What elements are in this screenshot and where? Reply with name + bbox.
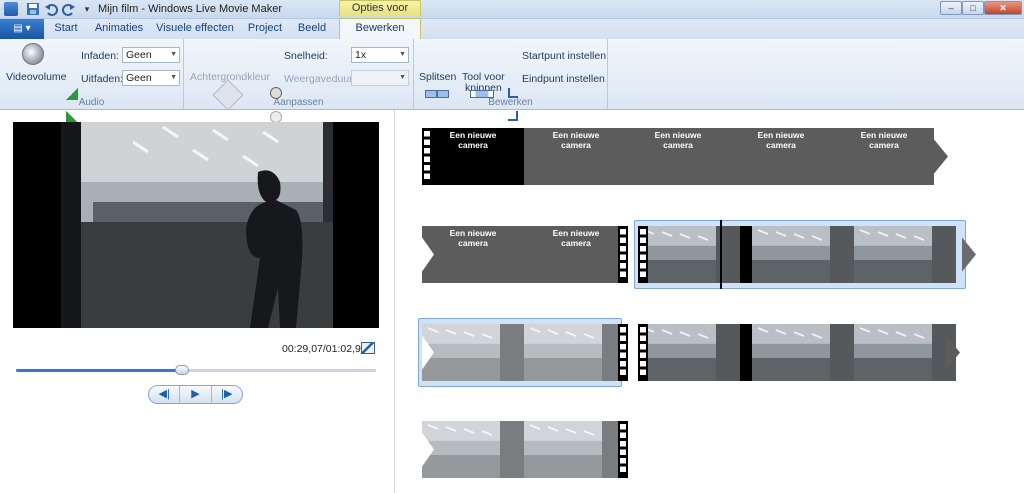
clip-caption-line1: Een nieuwe	[449, 130, 497, 140]
clip-caption-line2: camera	[869, 140, 899, 150]
clip-caption-line1: Een nieuwe	[449, 228, 497, 238]
clip-caption-line2: camera	[458, 238, 488, 248]
set-end-point-button[interactable]: Eindpunt instellen	[522, 73, 605, 85]
group-label-audio: Audio	[78, 97, 105, 108]
clip-caption: Een nieuwe camera	[741, 130, 821, 150]
chevron-down-icon: ▼	[399, 51, 406, 58]
speaker-icon[interactable]	[22, 43, 44, 65]
playback-controls: ◀| ▶ |▶	[148, 385, 243, 404]
tab-beeld[interactable]: Beeld	[292, 19, 332, 39]
app-icon	[4, 2, 18, 16]
chevron-down-icon: ▼	[399, 74, 406, 81]
ribbon-tabs: ▤ ▾ Start Animaties Visuele effecten Pro…	[0, 18, 1024, 39]
group-label-bewerken: Bewerken	[488, 97, 533, 108]
title-bar: ▾ Mijn film - Windows Live Movie Maker O…	[0, 0, 1024, 29]
clip-caption-line2: camera	[561, 140, 591, 150]
clip-caption: Een nieuwe camera	[433, 228, 513, 248]
split-button[interactable]: Splitsen	[419, 71, 456, 83]
redo-icon[interactable]	[62, 2, 76, 16]
minimize-button[interactable]: –	[940, 1, 962, 15]
clip-caption: Een nieuwe camera	[638, 130, 718, 150]
time-readout: 00:29,07/01:02,97	[282, 343, 367, 355]
play-button[interactable]: ▶	[180, 386, 212, 403]
seek-thumb[interactable]	[174, 365, 189, 375]
clip-caption-line1: Een nieuwe	[654, 130, 702, 140]
video-preview[interactable]	[13, 122, 379, 328]
clip-caption: Een nieuwe camera	[433, 130, 513, 150]
fade-in-select[interactable]: Geen ▼	[122, 47, 180, 63]
end-point-icon	[508, 111, 518, 121]
clip-caption-line1: Een nieuwe	[552, 228, 600, 238]
clip-caption-line1: Een nieuwe	[552, 130, 600, 140]
clip-caption-line2: camera	[458, 140, 488, 150]
previous-frame-button[interactable]: ◀|	[149, 386, 181, 403]
chevron-down-icon: ▼	[170, 51, 177, 58]
tab-start[interactable]: Start	[46, 19, 86, 39]
speed-icon	[270, 87, 282, 99]
maximize-button[interactable]: □	[962, 1, 984, 15]
window-title: Mijn film - Windows Live Movie Maker	[98, 3, 282, 15]
bewerken-group: Splitsen Tool voor knippen Startpunt ins…	[414, 39, 608, 110]
trim-icon	[470, 90, 494, 98]
clip-caption-line2: camera	[766, 140, 796, 150]
app-menu-button[interactable]: ▤ ▾	[0, 19, 44, 39]
tab-animaties[interactable]: Animaties	[90, 19, 148, 39]
speed-value: 1x	[355, 49, 367, 61]
video-clip[interactable]	[422, 324, 634, 381]
tab-visuele-effecten[interactable]: Visuele effecten	[152, 19, 238, 39]
duration-label: Weergaveduur:	[284, 73, 356, 85]
speed-select[interactable]: 1x ▼	[351, 47, 409, 63]
close-button[interactable]: ✕	[984, 1, 1022, 15]
video-clip[interactable]	[638, 226, 978, 283]
clip-caption-line2: camera	[663, 140, 693, 150]
videovolume-button[interactable]: Videovolume	[6, 71, 67, 83]
ribbon: Videovolume Infaden: Geen ▼ Uitfaden: Gee…	[0, 39, 1024, 123]
clip-caption-line1: Een nieuwe	[860, 130, 908, 140]
seek-progress	[16, 369, 182, 372]
video-clip[interactable]	[638, 324, 962, 381]
fullscreen-icon[interactable]	[361, 342, 375, 354]
video-clip[interactable]	[422, 421, 634, 478]
contextual-tab-group-label: Opties voor video	[339, 0, 421, 29]
duration-select[interactable]: ▼	[351, 70, 409, 86]
clip-caption: Een nieuwe camera	[536, 228, 616, 248]
fade-out-select[interactable]: Geen ▼	[122, 70, 180, 86]
pane-divider	[394, 110, 395, 493]
speed-label: Snelheid:	[284, 50, 328, 62]
fade-out-label: Uitfaden:	[81, 73, 124, 85]
clip-caption-line1: Een nieuwe	[757, 130, 805, 140]
fade-out-value: Geen	[126, 72, 152, 84]
clip-caption: Een nieuwe camera	[536, 130, 616, 150]
fade-in-value: Geen	[126, 49, 152, 61]
clip-caption-line2: camera	[561, 238, 591, 248]
chevron-down-icon: ▼	[170, 74, 177, 81]
seek-bar[interactable]	[16, 365, 376, 375]
clip-caption: Een nieuwe camera	[844, 130, 924, 150]
set-start-point-button[interactable]: Startpunt instellen	[522, 50, 606, 62]
start-point-icon	[508, 88, 518, 98]
save-icon[interactable]	[26, 2, 40, 16]
tab-bewerken[interactable]: Bewerken	[339, 18, 421, 39]
playhead[interactable]	[720, 220, 722, 289]
customize-toolbar-icon[interactable]: ▾	[80, 2, 94, 16]
tab-project[interactable]: Project	[242, 19, 288, 39]
audio-group: Videovolume Infaden: Geen ▼ Uitfaden: Gee…	[0, 39, 184, 123]
fade-in-label: Infaden:	[81, 50, 119, 62]
preview-frame-image	[13, 122, 379, 328]
undo-icon[interactable]	[44, 2, 58, 16]
split-icon	[425, 90, 449, 98]
next-frame-button[interactable]: |▶	[212, 386, 242, 403]
